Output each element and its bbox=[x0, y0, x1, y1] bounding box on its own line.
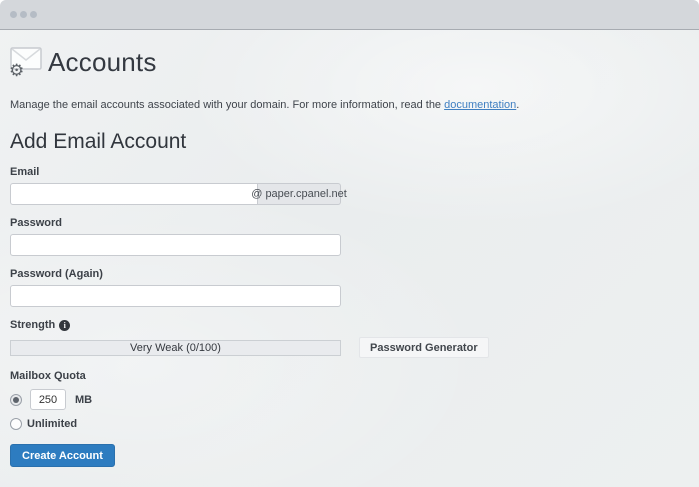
page-content: ⚙ Accounts Manage the email accounts ass… bbox=[0, 42, 699, 487]
info-icon[interactable]: i bbox=[59, 320, 70, 331]
strength-meter: Very Weak (0/100) bbox=[10, 340, 341, 356]
window-dot-icon bbox=[20, 11, 27, 18]
quota-unit-label: MB bbox=[75, 394, 92, 406]
quota-unlimited-radio[interactable] bbox=[10, 418, 22, 430]
window-titlebar bbox=[0, 0, 699, 30]
strength-label: Strength bbox=[10, 319, 55, 331]
window-dot-icon bbox=[30, 11, 37, 18]
add-email-account-heading: Add Email Account bbox=[10, 130, 689, 154]
strength-label-row: Strength i bbox=[10, 319, 689, 331]
quota-value-input[interactable] bbox=[30, 389, 66, 410]
password-again-input[interactable] bbox=[10, 285, 341, 307]
intro-text-after: . bbox=[516, 99, 519, 111]
email-label: Email bbox=[10, 166, 689, 178]
quota-custom-row: MB bbox=[10, 389, 689, 410]
page-title: Accounts bbox=[48, 47, 157, 78]
gear-icon: ⚙ bbox=[9, 63, 24, 80]
create-account-button[interactable]: Create Account bbox=[10, 444, 115, 467]
password-label: Password bbox=[10, 217, 689, 229]
strength-row: Very Weak (0/100) Password Generator bbox=[10, 337, 689, 358]
page-header: ⚙ Accounts bbox=[10, 42, 689, 82]
quota-unlimited-label: Unlimited bbox=[27, 418, 77, 430]
quota-unlimited-row: Unlimited bbox=[10, 418, 689, 430]
password-again-label: Password (Again) bbox=[10, 268, 689, 280]
app-window: ⚙ Accounts Manage the email accounts ass… bbox=[0, 0, 699, 487]
password-generator-button[interactable]: Password Generator bbox=[359, 337, 489, 358]
password-input[interactable] bbox=[10, 234, 341, 256]
email-domain-addon: @ paper.cpanel.net bbox=[258, 183, 341, 205]
intro-text-before: Manage the email accounts associated wit… bbox=[10, 99, 444, 111]
email-input-group: @ paper.cpanel.net bbox=[10, 183, 341, 205]
email-input[interactable] bbox=[10, 183, 258, 205]
intro-text: Manage the email accounts associated wit… bbox=[10, 99, 689, 111]
quota-custom-radio[interactable] bbox=[10, 394, 22, 406]
documentation-link[interactable]: documentation bbox=[444, 99, 516, 111]
window-dot-icon bbox=[10, 11, 17, 18]
mail-gear-icon: ⚙ bbox=[10, 47, 42, 77]
mailbox-quota-label: Mailbox Quota bbox=[10, 370, 689, 382]
